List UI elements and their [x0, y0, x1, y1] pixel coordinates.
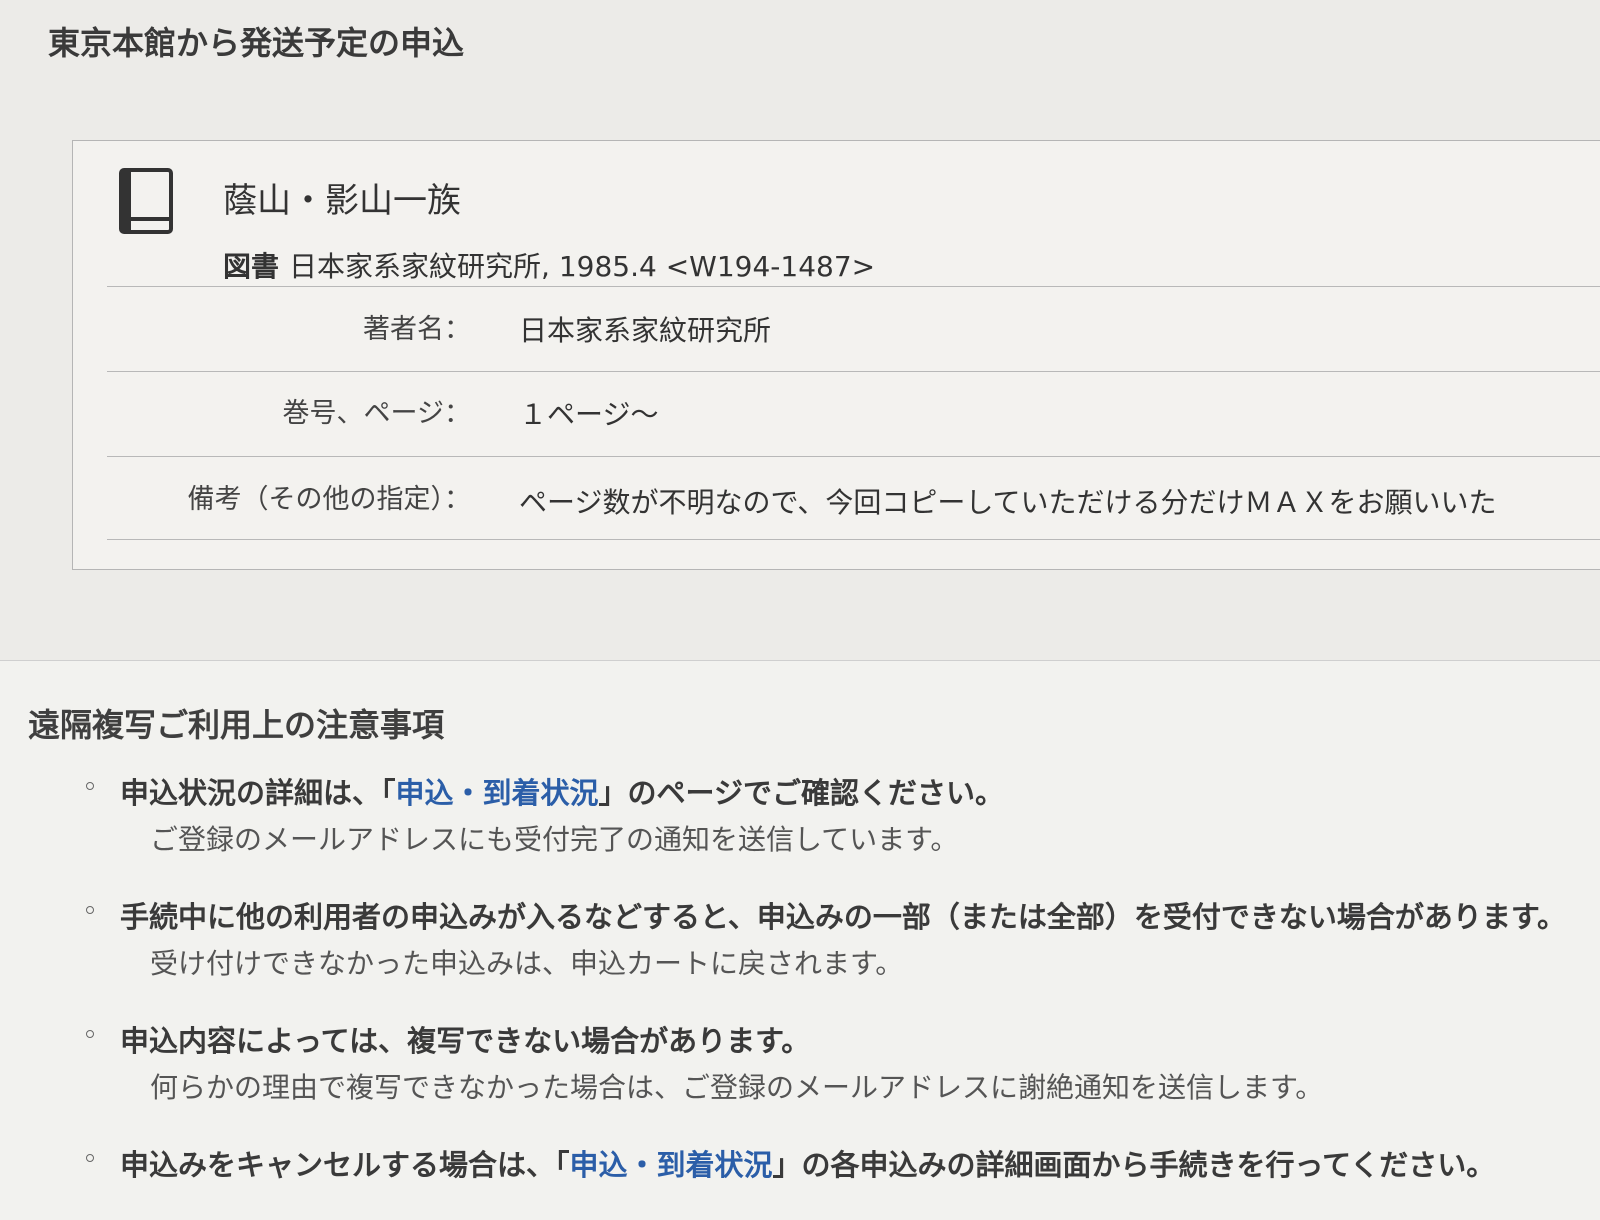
divider [107, 371, 1600, 372]
item-publisher-info: 日本家系家紋研究所, 1985.4 <W194-1487> [289, 250, 876, 283]
field-label-remarks: 備考（その他の指定）： [187, 484, 472, 515]
note-text: 申込状況の詳細は、「申込・到着状況」のページでご確認ください。 [120, 776, 1004, 810]
notes-title: 遠隔複写ご利用上の注意事項 [28, 706, 445, 744]
divider [107, 286, 1600, 287]
section-title: 東京本館から発送予定の申込 [48, 24, 465, 62]
bullet-icon [86, 906, 94, 914]
bullet-icon [86, 1154, 94, 1162]
note-subtext: 何らかの理由で複写できなかった場合は、ご登録のメールアドレスに謝絶通知を送信しま… [150, 1071, 1324, 1104]
note-text: 手続中に他の利用者の申込みが入るなどすると、申込みの一部（または全部）を受付でき… [120, 900, 1566, 934]
item-meta: 図書 日本家系家紋研究所, 1985.4 <W194-1487> [223, 245, 875, 285]
bullet-icon [86, 1030, 94, 1038]
field-label-volume-page: 巻号、ページ： [282, 398, 471, 429]
field-value-remarks: ページ数が不明なので、今回コピーしていただける分だけＭＡＸをお願いいた [519, 486, 1497, 519]
list-item: 申込内容によっては、複写できない場合があります。 何らかの理由で複写できなかった… [80, 1018, 1570, 1106]
item-type: 図書 [223, 250, 280, 283]
note-text: 申込内容によっては、複写できない場合があります。 [120, 1024, 811, 1058]
notes-list: 申込状況の詳細は、「申込・到着状況」のページでご確認ください。 ご登録のメールア… [80, 770, 1570, 1220]
book-icon [119, 168, 173, 234]
note-subtext: ご登録のメールアドレスにも受付完了の通知を送信しています。 [150, 823, 959, 856]
field-value-author: 日本家系家紋研究所 [519, 314, 772, 347]
application-status-link[interactable]: 申込・到着状況 [396, 776, 599, 810]
note-text: 申込みをキャンセルする場合は、「申込・到着状況」の各申込みの詳細画面から手続きを… [120, 1148, 1496, 1182]
list-item: 手続中に他の利用者の申込みが入るなどすると、申込みの一部（または全部）を受付でき… [80, 894, 1570, 982]
note-subtext: 受け付けできなかった申込みは、申込カートに戻されます。 [150, 947, 904, 980]
divider [107, 456, 1600, 457]
field-label-author: 著者名： [363, 314, 471, 345]
request-item-card: 蔭山・影山一族 図書 日本家系家紋研究所, 1985.4 <W194-1487> … [72, 140, 1600, 570]
divider [107, 539, 1600, 540]
shipping-panel: 東京本館から発送予定の申込 蔭山・影山一族 図書 日本家系家紋研究所, 1985.… [0, 0, 1600, 661]
bullet-icon [86, 782, 94, 790]
application-status-link[interactable]: 申込・到着状況 [570, 1148, 773, 1182]
field-value-volume-page: １ページ〜 [519, 398, 659, 431]
list-item: 申込状況の詳細は、「申込・到着状況」のページでご確認ください。 ご登録のメールア… [80, 770, 1570, 858]
item-title: 蔭山・影山一族 [223, 181, 461, 221]
list-item: 申込みをキャンセルする場合は、「申込・到着状況」の各申込みの詳細画面から手続きを… [80, 1142, 1570, 1184]
